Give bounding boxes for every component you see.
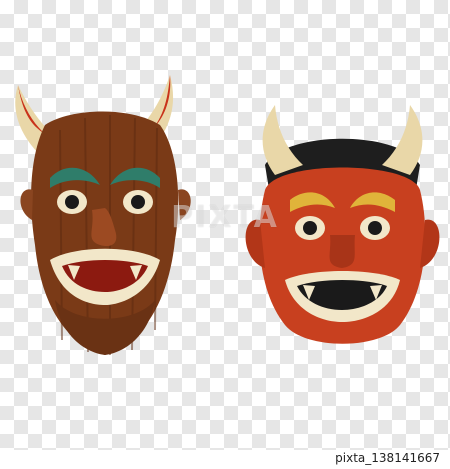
watermark: PIXTA [171,200,279,235]
right-horn-right [382,105,423,175]
right-horn-left [262,105,303,175]
right-oni-mask [245,105,440,344]
footer-bar: pixta_138141667 [0,450,450,469]
image-id-label: pixta_138141667 [335,451,440,465]
